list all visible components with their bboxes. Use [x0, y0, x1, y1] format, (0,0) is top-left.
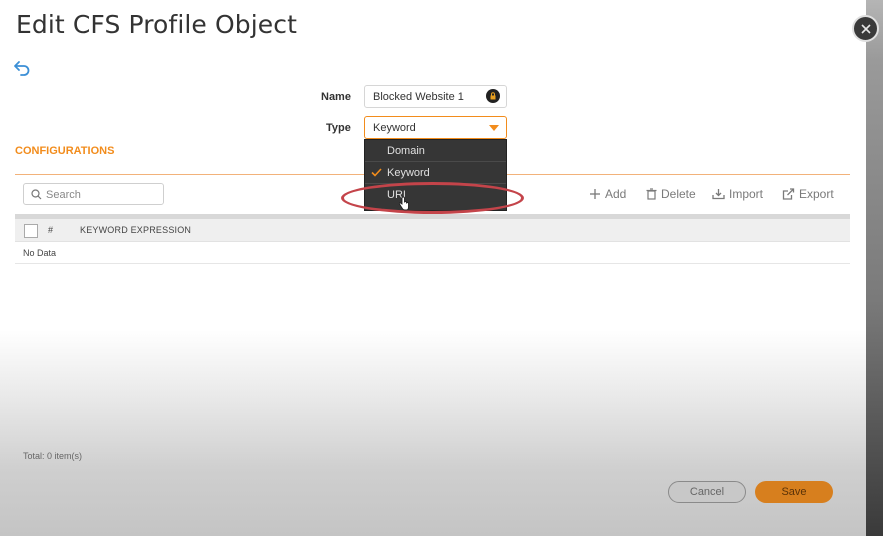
edit-profile-dialog: Edit CFS Profile Object Name Blocked Web…	[0, 0, 866, 536]
dropdown-option-keyword[interactable]: Keyword	[365, 162, 506, 184]
type-select[interactable]: Keyword	[364, 116, 507, 139]
import-label: Import	[729, 187, 764, 201]
select-all-checkbox[interactable]	[24, 224, 38, 238]
save-button[interactable]: Save	[755, 481, 833, 503]
export-button[interactable]: Export	[782, 187, 834, 201]
column-header-keyword-expression[interactable]: KEYWORD EXPRESSION	[80, 225, 191, 235]
plus-icon	[590, 189, 600, 199]
close-icon	[860, 23, 871, 34]
total-count: Total: 0 item(s)	[23, 451, 83, 461]
table-header: # KEYWORD EXPRESSION	[15, 214, 850, 242]
table-divider	[15, 263, 850, 264]
lock-icon	[486, 89, 500, 103]
hand-cursor-icon	[398, 196, 409, 211]
configurations-heading: CONFIGURATIONS	[15, 145, 115, 157]
import-icon	[712, 189, 725, 200]
dropdown-option-label: Domain	[387, 145, 425, 157]
background-page	[866, 0, 883, 536]
dropdown-option-domain[interactable]: Domain	[365, 140, 506, 162]
dropdown-option-label: Keyword	[387, 167, 430, 179]
trash-icon	[646, 188, 657, 200]
add-button[interactable]: Add	[589, 187, 626, 201]
undo-arrow-icon[interactable]	[13, 60, 31, 76]
delete-label: Delete	[661, 187, 696, 201]
highlight-annotation	[341, 182, 524, 214]
search-box	[23, 183, 164, 205]
import-button[interactable]: Import	[712, 187, 763, 201]
name-label: Name	[321, 91, 351, 103]
add-label: Add	[605, 187, 627, 201]
cancel-button[interactable]: Cancel	[668, 481, 746, 503]
check-icon	[371, 168, 382, 177]
empty-table-message: No Data	[23, 248, 57, 258]
delete-button[interactable]: Delete	[646, 187, 696, 201]
export-label: Export	[799, 187, 834, 201]
column-header-number: #	[48, 225, 54, 235]
type-label: Type	[326, 122, 351, 134]
export-icon	[782, 188, 795, 200]
search-input[interactable]	[46, 187, 156, 202]
dialog-title: Edit CFS Profile Object	[16, 10, 297, 39]
search-icon	[31, 189, 42, 200]
close-button[interactable]	[852, 15, 879, 42]
chevron-down-icon[interactable]	[489, 125, 499, 131]
